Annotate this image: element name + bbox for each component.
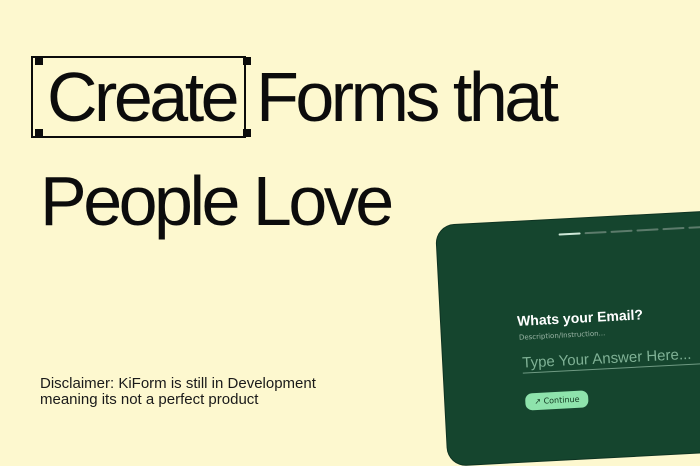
progress-segment (584, 231, 607, 235)
question-description: Description/Instruction... (518, 329, 606, 342)
selection-frame (31, 56, 247, 138)
disclaimer-line-1: Disclaimer: KiForm is still in Developme… (40, 375, 316, 392)
resize-handle-top-right (243, 57, 252, 65)
disclaimer-line-2: meaning its not a perfect product (40, 391, 259, 408)
progress-segment (636, 228, 659, 232)
form-preview-device: Whats your Email? Description/Instructio… (436, 210, 700, 466)
answer-input[interactable]: Type Your Answer Here... (521, 344, 700, 374)
disclaimer: Disclaimer: KiForm is still in Developme… (40, 376, 316, 408)
hero-line-1-rest: Forms that (256, 58, 559, 136)
resize-handle-top-left (35, 57, 43, 65)
continue-label: Continue (543, 394, 580, 406)
progress-segment (610, 229, 633, 233)
resize-handle-bottom-left (35, 129, 43, 137)
progress-segment (688, 225, 700, 229)
question-title: Whats your Email? (516, 306, 644, 329)
selected-word-box: Create (31, 56, 252, 138)
continue-button[interactable]: ↗ Continue (524, 390, 589, 411)
hero-headline-line-1: Create Forms that (31, 56, 559, 138)
arrow-up-right-icon: ↗ (534, 396, 542, 407)
progress-segment (662, 227, 685, 231)
resize-handle-bottom-right (243, 129, 252, 137)
hero-headline-line-2: People Love (40, 162, 394, 240)
form-progress-bar (558, 225, 700, 236)
progress-segment (558, 232, 581, 236)
